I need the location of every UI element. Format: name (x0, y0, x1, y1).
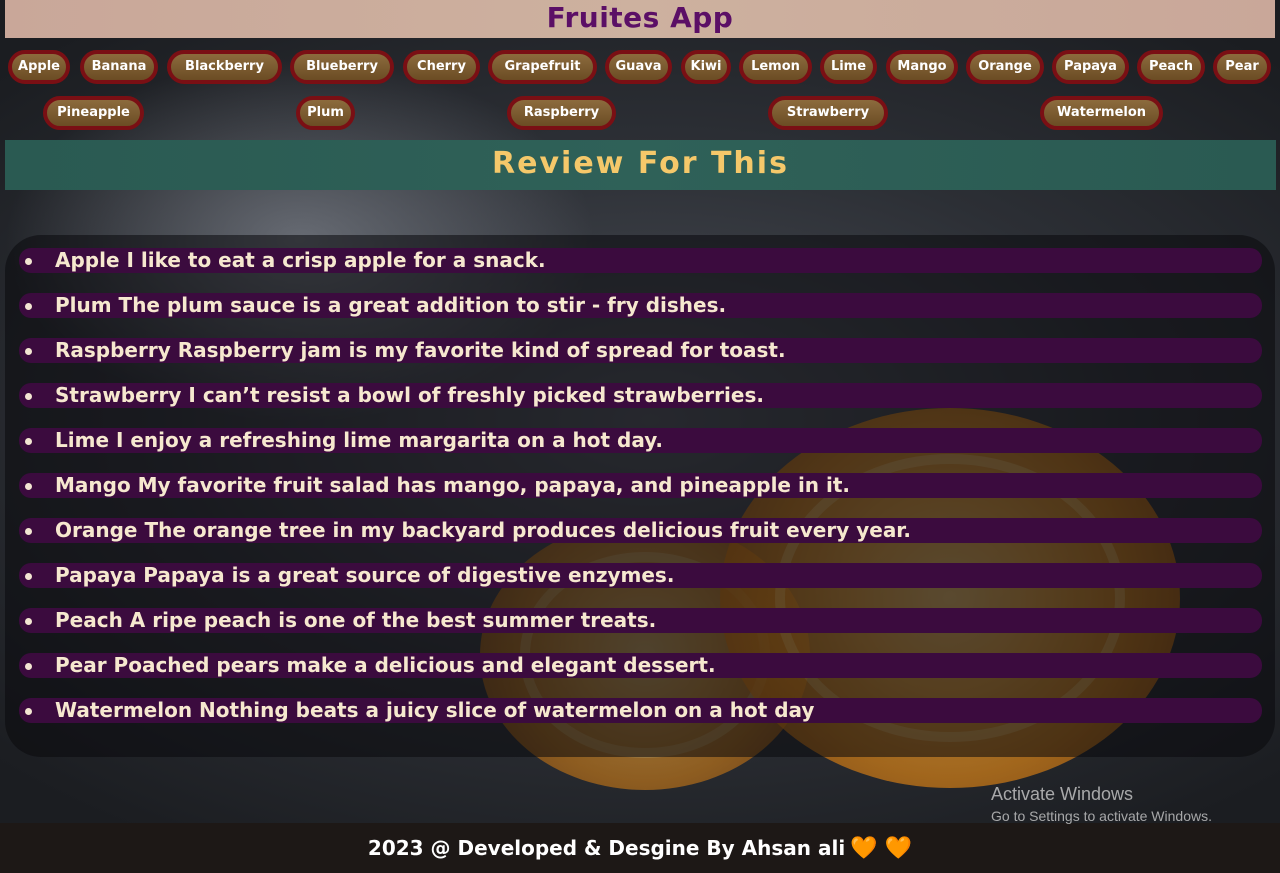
review-item: Lime I enjoy a refreshing lime margarita… (19, 428, 1262, 453)
app-header: Fruites App (5, 0, 1275, 38)
fruit-button-pear[interactable]: Pear (1213, 50, 1271, 84)
review-text: Apple I like to eat a crisp apple for a … (55, 248, 546, 272)
fruit-button-apple[interactable]: Apple (8, 50, 70, 84)
review-item: Peach A ripe peach is one of the best su… (19, 608, 1262, 633)
review-item: Papaya Papaya is a great source of diges… (19, 563, 1262, 588)
fruit-button-banana[interactable]: Banana (80, 50, 158, 84)
fruit-button-plum[interactable]: Plum (296, 96, 355, 130)
footer-credit: 2023 @ Developed & Desgine By Ahsan ali (367, 836, 846, 860)
fruit-button-mango[interactable]: Mango (886, 50, 958, 84)
bullet-icon (25, 258, 32, 265)
fruit-button-lime[interactable]: Lime (820, 50, 877, 84)
fruit-button-pineapple[interactable]: Pineapple (43, 96, 144, 130)
bullet-icon (25, 663, 32, 670)
bullet-icon (25, 393, 32, 400)
bullet-icon (25, 303, 32, 310)
review-item: Strawberry I can’t resist a bowl of fres… (19, 383, 1262, 408)
review-text: Raspberry Raspberry jam is my favorite k… (55, 338, 786, 362)
bullet-icon (25, 618, 32, 625)
watermark-line-1: Activate Windows (991, 784, 1134, 804)
watermark-line-2: Go to Settings to activate Windows. (991, 808, 1212, 824)
bullet-icon (25, 438, 32, 445)
review-item: Watermelon Nothing beats a juicy slice o… (19, 698, 1262, 723)
fruit-button-watermelon[interactable]: Watermelon (1040, 96, 1163, 130)
activate-windows-watermark: Activate Windows Go to Settings to activ… (991, 782, 1212, 826)
bullet-icon (25, 483, 32, 490)
review-item: Pear Poached pears make a delicious and … (19, 653, 1262, 678)
bullet-icon (25, 573, 32, 580)
page-footer: 2023 @ Developed & Desgine By Ahsan ali … (0, 823, 1280, 873)
fruit-button-kiwi[interactable]: Kiwi (681, 50, 731, 84)
fruit-button-orange[interactable]: Orange (966, 50, 1044, 84)
fruit-button-strawberry[interactable]: Strawberry (768, 96, 888, 130)
bullet-icon (25, 528, 32, 535)
review-list: Apple I like to eat a crisp apple for a … (5, 235, 1275, 757)
fruit-button-raspberry[interactable]: Raspberry (507, 96, 616, 130)
review-item: Apple I like to eat a crisp apple for a … (19, 248, 1262, 273)
review-text: Plum The plum sauce is a great addition … (55, 293, 727, 317)
fruit-button-peach[interactable]: Peach (1137, 50, 1205, 84)
bullet-icon (25, 708, 32, 715)
review-text: Papaya Papaya is a great source of diges… (55, 563, 675, 587)
review-section-title: Review For This (492, 146, 789, 181)
review-item: Mango My favorite fruit salad has mango,… (19, 473, 1262, 498)
review-section-header: Review For This (5, 140, 1276, 190)
fruit-button-grapefruit[interactable]: Grapefruit (488, 50, 597, 84)
fruit-button-papaya[interactable]: Papaya (1052, 50, 1129, 84)
fruit-button-blueberry[interactable]: Blueberry (290, 50, 394, 84)
fruit-button-lemon[interactable]: Lemon (739, 50, 812, 84)
fruit-button-guava[interactable]: Guava (605, 50, 672, 84)
review-text: Strawberry I can’t resist a bowl of fres… (55, 383, 764, 407)
review-item: Orange The orange tree in my backyard pr… (19, 518, 1262, 543)
review-text: Watermelon Nothing beats a juicy slice o… (55, 698, 815, 722)
review-text: Peach A ripe peach is one of the best su… (55, 608, 657, 632)
bullet-icon (25, 348, 32, 355)
review-item: Raspberry Raspberry jam is my favorite k… (19, 338, 1262, 363)
review-text: Pear Poached pears make a delicious and … (55, 653, 716, 677)
review-item: Plum The plum sauce is a great addition … (19, 293, 1262, 318)
heart-icon: 🧡 🧡 (850, 836, 913, 861)
review-text: Orange The orange tree in my backyard pr… (55, 518, 911, 542)
review-text: Mango My favorite fruit salad has mango,… (55, 473, 851, 497)
review-text: Lime I enjoy a refreshing lime margarita… (55, 428, 664, 452)
app-title: Fruites App (546, 1, 734, 34)
fruit-button-blackberry[interactable]: Blackberry (167, 50, 282, 84)
fruit-button-cherry[interactable]: Cherry (403, 50, 480, 84)
